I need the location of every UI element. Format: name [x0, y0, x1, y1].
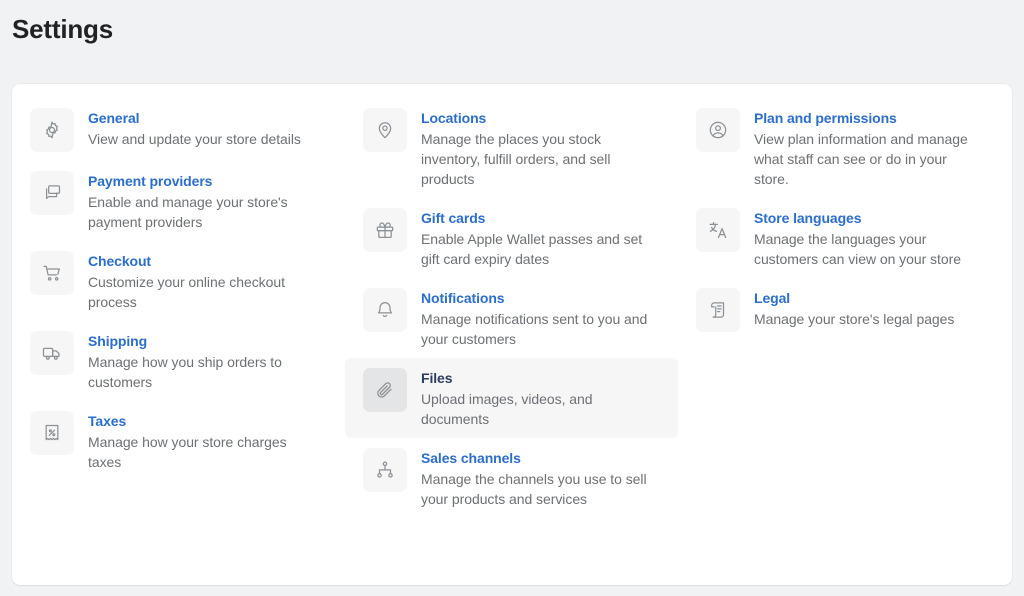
paperclip-icon	[363, 368, 407, 412]
location-pin-icon	[363, 108, 407, 152]
settings-item-title[interactable]: Files	[421, 368, 661, 388]
settings-item-checkout[interactable]: CheckoutCustomize your online checkout p…	[12, 241, 345, 321]
settings-item-text: Plan and permissionsView plan informatio…	[754, 107, 982, 189]
settings-item-description: Enable Apple Wallet passes and set gift …	[421, 229, 661, 269]
page-title: Settings	[0, 0, 1024, 45]
settings-item-description: View and update your store details	[88, 129, 301, 149]
settings-item-payment-providers[interactable]: Payment providersEnable and manage your …	[12, 161, 345, 241]
settings-card: GeneralView and update your store detail…	[12, 84, 1012, 585]
receipt-percent-icon	[30, 411, 74, 455]
settings-columns: GeneralView and update your store detail…	[12, 84, 1012, 518]
settings-item-text: Store languagesManage the languages your…	[754, 207, 982, 269]
settings-item-title[interactable]: General	[88, 108, 301, 128]
settings-item-general[interactable]: GeneralView and update your store detail…	[12, 98, 345, 161]
user-circle-icon	[696, 108, 740, 152]
settings-column-left: GeneralView and update your store detail…	[12, 98, 345, 518]
settings-item-title[interactable]: Store languages	[754, 208, 982, 228]
settings-item-text: LegalManage your store's legal pages	[754, 287, 954, 329]
settings-column-right: Plan and permissionsView plan informatio…	[678, 98, 1011, 518]
settings-item-title[interactable]: Taxes	[88, 411, 303, 431]
bell-icon	[363, 288, 407, 332]
shopping-cart-icon	[30, 251, 74, 295]
settings-item-title[interactable]: Plan and permissions	[754, 108, 982, 128]
settings-item-title[interactable]: Legal	[754, 288, 954, 308]
settings-item-shipping[interactable]: ShippingManage how you ship orders to cu…	[12, 321, 345, 401]
settings-item-text: FilesUpload images, videos, and document…	[421, 367, 661, 429]
sales-channels-icon	[363, 448, 407, 492]
settings-item-description: Manage the channels you use to sell your…	[421, 469, 661, 509]
gift-card-icon	[363, 208, 407, 252]
settings-column-middle: LocationsManage the places you stock inv…	[345, 98, 678, 518]
settings-item-description: Manage how your store charges taxes	[88, 432, 303, 472]
settings-item-locations[interactable]: LocationsManage the places you stock inv…	[345, 98, 678, 198]
settings-item-title[interactable]: Sales channels	[421, 448, 661, 468]
settings-item-description: Manage the languages your customers can …	[754, 229, 982, 269]
settings-item-title[interactable]: Checkout	[88, 251, 303, 271]
settings-item-text: GeneralView and update your store detail…	[88, 107, 301, 149]
settings-item-legal[interactable]: LegalManage your store's legal pages	[678, 278, 1011, 341]
settings-item-text: CheckoutCustomize your online checkout p…	[88, 250, 303, 312]
settings-item-title[interactable]: Gift cards	[421, 208, 661, 228]
settings-item-gift-cards[interactable]: Gift cardsEnable Apple Wallet passes and…	[345, 198, 678, 278]
settings-item-description: Customize your online checkout process	[88, 272, 303, 312]
settings-item-description: Manage how you ship orders to customers	[88, 352, 303, 392]
settings-item-title[interactable]: Payment providers	[88, 171, 303, 191]
settings-item-text: Gift cardsEnable Apple Wallet passes and…	[421, 207, 661, 269]
settings-item-description: Manage your store's legal pages	[754, 309, 954, 329]
gear-icon	[30, 108, 74, 152]
settings-item-text: NotificationsManage notifications sent t…	[421, 287, 661, 349]
payment-cards-icon	[30, 171, 74, 215]
translate-icon	[696, 208, 740, 252]
delivery-truck-icon	[30, 331, 74, 375]
settings-item-text: LocationsManage the places you stock inv…	[421, 107, 661, 189]
settings-item-text: ShippingManage how you ship orders to cu…	[88, 330, 303, 392]
settings-item-plan-and-permissions[interactable]: Plan and permissionsView plan informatio…	[678, 98, 1011, 198]
settings-item-description: Manage notifications sent to you and you…	[421, 309, 661, 349]
settings-item-sales-channels[interactable]: Sales channelsManage the channels you us…	[345, 438, 678, 518]
settings-item-title[interactable]: Notifications	[421, 288, 661, 308]
settings-item-description: Manage the places you stock inventory, f…	[421, 129, 661, 189]
settings-item-notifications[interactable]: NotificationsManage notifications sent t…	[345, 278, 678, 358]
settings-item-title[interactable]: Locations	[421, 108, 661, 128]
legal-scroll-icon	[696, 288, 740, 332]
settings-item-title[interactable]: Shipping	[88, 331, 303, 351]
settings-item-text: Sales channelsManage the channels you us…	[421, 447, 661, 509]
settings-item-text: TaxesManage how your store charges taxes	[88, 410, 303, 472]
settings-item-store-languages[interactable]: Store languagesManage the languages your…	[678, 198, 1011, 278]
settings-item-files[interactable]: FilesUpload images, videos, and document…	[345, 358, 678, 438]
settings-item-taxes[interactable]: TaxesManage how your store charges taxes	[12, 401, 345, 481]
settings-item-description: View plan information and manage what st…	[754, 129, 982, 189]
settings-item-text: Payment providersEnable and manage your …	[88, 170, 303, 232]
settings-item-description: Enable and manage your store's payment p…	[88, 192, 303, 232]
settings-item-description: Upload images, videos, and documents	[421, 389, 661, 429]
